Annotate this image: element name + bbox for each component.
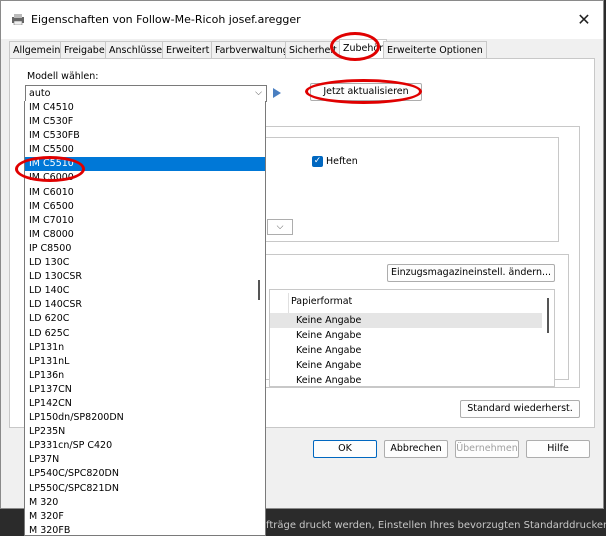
list-item[interactable]: IM C5500 bbox=[25, 143, 265, 157]
list-item[interactable]: M 320 bbox=[25, 496, 265, 510]
finishing-groupbox bbox=[259, 137, 559, 242]
highlight-oval-update-button bbox=[305, 79, 422, 104]
background-status-text: fträge druckt werden, Einstellen Ihres b… bbox=[266, 520, 606, 531]
tab-anschluesse[interactable]: Anschlüsse bbox=[105, 41, 167, 58]
model-dropdown[interactable]: auto ⌵ bbox=[25, 85, 267, 102]
close-icon[interactable]: ✕ bbox=[573, 9, 595, 31]
list-item[interactable]: IM C7010 bbox=[25, 214, 265, 228]
tab-freigabe[interactable]: Freigabe bbox=[60, 41, 109, 58]
printer-icon bbox=[12, 14, 24, 25]
table-row[interactable]: Keine Angabe bbox=[270, 313, 542, 328]
title-bar: Eigenschaften von Follow-Me-Ricoh josef.… bbox=[1, 1, 603, 39]
highlight-oval-selected-model bbox=[15, 156, 85, 182]
staple-label: Heften bbox=[326, 156, 358, 167]
staple-checkbox[interactable]: ✓ bbox=[312, 156, 323, 167]
list-item[interactable]: LD 140CSR bbox=[25, 298, 265, 312]
tab-farbverwaltung[interactable]: Farbverwaltung bbox=[211, 41, 293, 58]
chevron-down-icon: ⌵ bbox=[255, 88, 262, 98]
list-item[interactable]: LD 625C bbox=[25, 327, 265, 341]
apply-button[interactable]: Übernehmen bbox=[455, 440, 519, 458]
list-item[interactable]: M 320F bbox=[25, 510, 265, 524]
ok-button[interactable]: OK bbox=[313, 440, 377, 458]
model-value: auto bbox=[29, 88, 51, 99]
table-row[interactable]: Keine Angabe bbox=[270, 328, 542, 343]
help-button[interactable]: Hilfe bbox=[526, 440, 590, 458]
model-label: Modell wählen: bbox=[27, 71, 99, 82]
list-item[interactable]: LD 130C bbox=[25, 256, 265, 270]
list-item[interactable]: LP137CN bbox=[25, 383, 265, 397]
tab-erweitert[interactable]: Erweitert bbox=[162, 41, 214, 58]
list-item[interactable]: LP131n bbox=[25, 341, 265, 355]
list-item[interactable]: LP331cn/SP C420 bbox=[25, 439, 265, 453]
finishing-dropdown[interactable]: ⌵ bbox=[267, 219, 293, 235]
restore-defaults-button[interactable]: Standard wiederherst. bbox=[460, 400, 580, 418]
table-scrollbar[interactable] bbox=[547, 298, 549, 333]
table-row[interactable]: Keine Angabe bbox=[270, 343, 542, 358]
list-item[interactable]: LP235N bbox=[25, 425, 265, 439]
paper-format-header: Papierformat bbox=[291, 296, 353, 307]
list-item[interactable]: LD 620C bbox=[25, 312, 265, 326]
tab-allgemein[interactable]: Allgemein bbox=[9, 41, 65, 58]
list-item[interactable]: LD 140C bbox=[25, 284, 265, 298]
tab-erweiterte-optionen[interactable]: Erweiterte Optionen bbox=[383, 41, 487, 58]
window-title: Eigenschaften von Follow-Me-Ricoh josef.… bbox=[31, 13, 301, 26]
list-item[interactable]: LP150dn/SP8200DN bbox=[25, 411, 265, 425]
highlight-oval-tab bbox=[330, 32, 380, 61]
play-arrow-icon[interactable] bbox=[273, 88, 281, 98]
list-item[interactable]: IM C6500 bbox=[25, 200, 265, 214]
list-item[interactable]: LP550C/SPC821DN bbox=[25, 482, 265, 496]
column-separator bbox=[288, 293, 289, 315]
list-item[interactable]: LP540C/SPC820DN bbox=[25, 467, 265, 481]
list-item[interactable]: LD 130CSR bbox=[25, 270, 265, 284]
list-item[interactable]: IM C6010 bbox=[25, 186, 265, 200]
table-row[interactable]: Keine Angabe bbox=[270, 373, 542, 386]
list-item[interactable]: IM C530FB bbox=[25, 129, 265, 143]
cancel-button[interactable]: Abbrechen bbox=[384, 440, 448, 458]
list-scrollbar[interactable] bbox=[258, 280, 260, 300]
list-item[interactable]: LP37N bbox=[25, 453, 265, 467]
list-item[interactable]: LP136n bbox=[25, 369, 265, 383]
paper-tray-table: Papierformat Keine Angabe Keine Angabe K… bbox=[269, 289, 555, 387]
list-item[interactable]: IM C4510 bbox=[25, 101, 265, 115]
list-item[interactable]: IP C8500 bbox=[25, 242, 265, 256]
list-item[interactable]: IM C530F bbox=[25, 115, 265, 129]
list-item[interactable]: LP142CN bbox=[25, 397, 265, 411]
table-row[interactable]: Keine Angabe bbox=[270, 358, 542, 373]
list-item[interactable]: IM C8000 bbox=[25, 228, 265, 242]
list-item[interactable]: LP131nL bbox=[25, 355, 265, 369]
tray-settings-button[interactable]: Einzugsmagazineinstell. ändern... bbox=[387, 264, 555, 282]
list-item[interactable]: M 320FB bbox=[25, 524, 265, 535]
